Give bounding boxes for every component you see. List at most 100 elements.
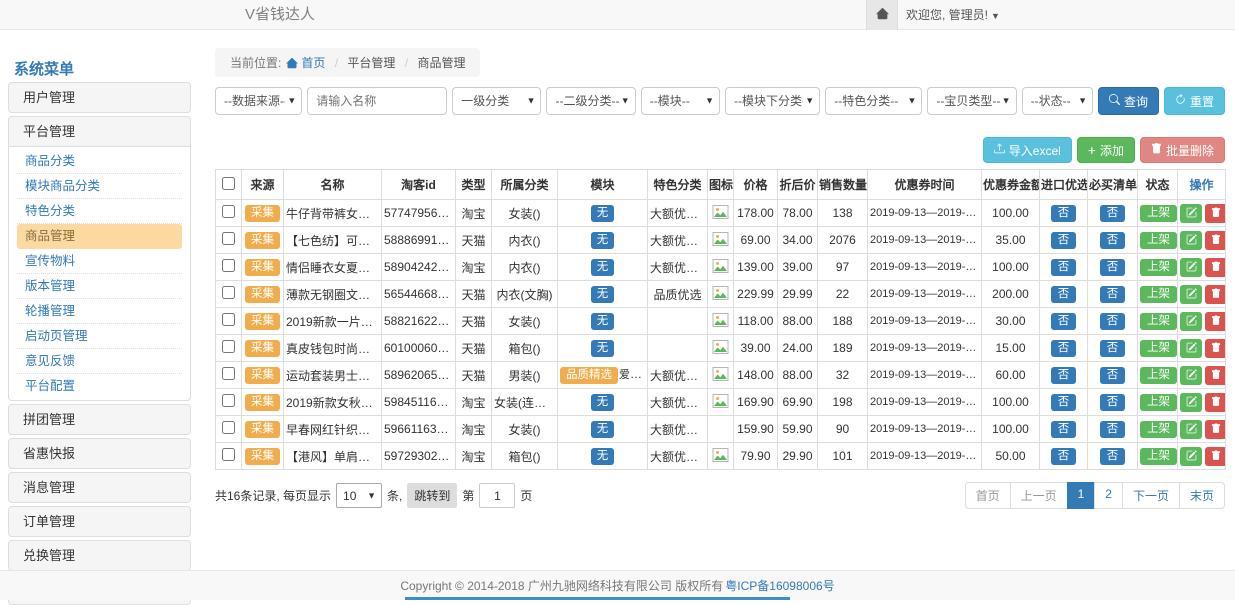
icp-link[interactable]: 粤ICP备16098006号: [725, 577, 834, 594]
delete-button[interactable]: [1205, 366, 1226, 385]
must-buy-toggle[interactable]: 否: [1100, 205, 1126, 222]
must-buy-toggle[interactable]: 否: [1100, 448, 1126, 465]
sidebar-subitem[interactable]: 特色分类: [17, 199, 182, 224]
sidebar-item-user[interactable]: 用户管理: [8, 82, 191, 113]
row-checkbox[interactable]: [222, 259, 235, 272]
sidebar-subitem[interactable]: 启动页管理: [17, 324, 182, 349]
sidebar-subitem[interactable]: 轮播管理: [17, 299, 182, 324]
sidebar-item-platform[interactable]: 平台管理: [8, 116, 191, 147]
sidebar-subitem[interactable]: 商品管理: [17, 224, 182, 249]
import-select-toggle[interactable]: 否: [1051, 421, 1077, 438]
edit-button[interactable]: [1180, 258, 1202, 277]
delete-button[interactable]: [1205, 204, 1226, 223]
delete-button[interactable]: [1205, 258, 1226, 277]
import-select-toggle[interactable]: 否: [1051, 448, 1077, 465]
import-select-toggle[interactable]: 否: [1051, 394, 1077, 411]
user-menu[interactable]: 欢迎您, 管理员!▼: [906, 0, 1000, 31]
sidebar-subitem[interactable]: 平台配置: [17, 374, 182, 398]
page-button-下一页[interactable]: 下一页: [1122, 482, 1180, 509]
sidebar-item-group-buy[interactable]: 拼团管理: [8, 404, 191, 435]
import-select-toggle[interactable]: 否: [1051, 340, 1077, 357]
search-button[interactable]: 查询: [1098, 87, 1159, 115]
import-excel-button[interactable]: 导入excel: [983, 137, 1072, 163]
jump-button[interactable]: 跳转到: [407, 483, 457, 508]
delete-button[interactable]: [1205, 285, 1226, 304]
import-select-toggle[interactable]: 否: [1051, 232, 1077, 249]
must-buy-toggle[interactable]: 否: [1100, 313, 1126, 330]
status-toggle[interactable]: 上架: [1140, 367, 1177, 384]
delete-button[interactable]: [1205, 420, 1226, 439]
delete-button[interactable]: [1205, 393, 1226, 412]
home-button[interactable]: [866, 0, 898, 30]
delete-button[interactable]: [1205, 312, 1226, 331]
status-toggle[interactable]: 上架: [1140, 232, 1177, 249]
import-select-toggle[interactable]: 否: [1051, 205, 1077, 222]
must-buy-toggle[interactable]: 否: [1100, 340, 1126, 357]
status-toggle[interactable]: 上架: [1140, 313, 1177, 330]
status-toggle[interactable]: 上架: [1140, 286, 1177, 303]
edit-button[interactable]: [1180, 339, 1202, 358]
edit-button[interactable]: [1180, 231, 1202, 250]
import-select-toggle[interactable]: 否: [1051, 259, 1077, 276]
row-checkbox[interactable]: [222, 232, 235, 245]
page-button-1[interactable]: 1: [1067, 482, 1096, 509]
row-checkbox[interactable]: [222, 313, 235, 326]
row-checkbox[interactable]: [222, 394, 235, 407]
data-source-select[interactable]: --数据来源--: [216, 88, 301, 114]
edit-button[interactable]: [1180, 366, 1202, 385]
sidebar-subitem[interactable]: 模块商品分类: [17, 174, 182, 199]
name-input[interactable]: [307, 87, 447, 115]
row-checkbox[interactable]: [222, 367, 235, 380]
breadcrumb-home-link[interactable]: 首页: [281, 56, 325, 70]
sidebar-item-exchange[interactable]: 兑换管理: [8, 540, 191, 571]
import-select-toggle[interactable]: 否: [1051, 313, 1077, 330]
feature-category-select[interactable]: --特色分类--: [826, 88, 921, 114]
edit-button[interactable]: [1180, 204, 1202, 223]
must-buy-toggle[interactable]: 否: [1100, 367, 1126, 384]
status-toggle[interactable]: 上架: [1140, 448, 1177, 465]
delete-button[interactable]: [1205, 231, 1226, 250]
edit-button[interactable]: [1180, 393, 1202, 412]
must-buy-toggle[interactable]: 否: [1100, 232, 1126, 249]
status-toggle[interactable]: 上架: [1140, 205, 1177, 222]
add-button[interactable]: + 添加: [1077, 137, 1135, 163]
sidebar-subitem[interactable]: 意见反馈: [17, 349, 182, 374]
import-select-toggle[interactable]: 否: [1051, 367, 1077, 384]
edit-button[interactable]: [1180, 285, 1202, 304]
reset-button[interactable]: 重置: [1164, 87, 1225, 115]
item-type-select[interactable]: --宝贝类型--: [928, 88, 1015, 114]
level1-category-select[interactable]: 一级分类: [453, 88, 540, 114]
page-button-末页[interactable]: 末页: [1179, 482, 1225, 509]
row-checkbox[interactable]: [222, 286, 235, 299]
status-select[interactable]: --状态--: [1023, 88, 1092, 114]
must-buy-toggle[interactable]: 否: [1100, 259, 1126, 276]
must-buy-toggle[interactable]: 否: [1100, 421, 1126, 438]
module-select[interactable]: --模块--: [642, 88, 719, 114]
status-toggle[interactable]: 上架: [1140, 259, 1177, 276]
delete-button[interactable]: [1205, 339, 1226, 358]
page-button-首页[interactable]: 首页: [965, 482, 1011, 509]
jump-page-input[interactable]: [479, 483, 515, 508]
status-toggle[interactable]: 上架: [1140, 340, 1177, 357]
select-all-checkbox[interactable]: [222, 177, 235, 190]
page-button-上一页[interactable]: 上一页: [1010, 482, 1068, 509]
row-checkbox[interactable]: [222, 205, 235, 218]
delete-button[interactable]: [1205, 447, 1226, 466]
row-checkbox[interactable]: [222, 340, 235, 353]
import-select-toggle[interactable]: 否: [1051, 286, 1077, 303]
status-toggle[interactable]: 上架: [1140, 421, 1177, 438]
module-sub-category-select[interactable]: --模块下分类--: [726, 88, 819, 114]
row-checkbox[interactable]: [222, 421, 235, 434]
sidebar-subitem[interactable]: 商品分类: [17, 149, 182, 174]
sidebar-item-express[interactable]: 省惠快报: [8, 438, 191, 469]
must-buy-toggle[interactable]: 否: [1100, 394, 1126, 411]
row-checkbox[interactable]: [222, 448, 235, 461]
per-page-select[interactable]: 10: [337, 484, 381, 507]
sidebar-item-message[interactable]: 消息管理: [8, 472, 191, 503]
page-button-2[interactable]: 2: [1094, 482, 1123, 509]
sidebar-subitem[interactable]: 版本管理: [17, 274, 182, 299]
level2-category-select[interactable]: --二级分类--: [547, 88, 634, 114]
must-buy-toggle[interactable]: 否: [1100, 286, 1126, 303]
edit-button[interactable]: [1180, 447, 1202, 466]
edit-button[interactable]: [1180, 420, 1202, 439]
